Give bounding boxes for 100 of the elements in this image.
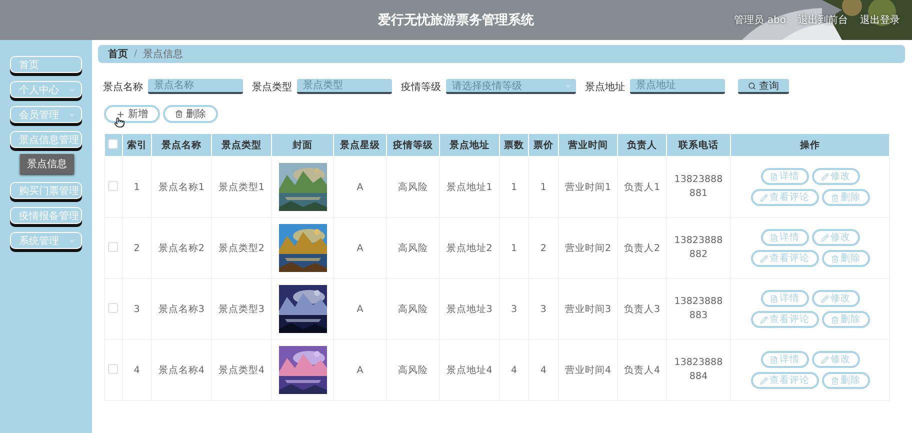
sidebar-item[interactable]: 系统管理 xyxy=(10,232,82,249)
document-icon xyxy=(770,294,778,302)
column-header: 负责人 xyxy=(618,134,666,156)
row-action-button[interactable]: 详情 xyxy=(760,168,809,185)
delete-button[interactable]: 删除 xyxy=(163,105,218,123)
pencil-icon xyxy=(760,376,768,384)
table-cell: A xyxy=(356,304,364,314)
trash-icon xyxy=(830,254,839,262)
sidebar-subitem[interactable]: 景点信息 xyxy=(20,154,74,174)
table-cell: 景点地址2 xyxy=(446,242,492,254)
column-header: 票数 xyxy=(499,134,529,156)
table-cell: 高风险 xyxy=(398,182,428,192)
table-cell: 1 xyxy=(510,242,517,254)
breadcrumb-item[interactable]: 首页 xyxy=(108,47,128,61)
checkbox[interactable] xyxy=(108,364,118,374)
checkbox[interactable] xyxy=(108,138,118,148)
checkbox[interactable] xyxy=(108,242,118,252)
row-action-button[interactable]: 查看评论 xyxy=(750,311,819,328)
field-label: 景点类型 xyxy=(252,80,292,94)
table-cell: A xyxy=(356,182,364,192)
column-header: 景点地址 xyxy=(439,134,500,156)
table-cell: 负责人2 xyxy=(624,242,660,254)
column-header: 营业时间 xyxy=(558,134,618,156)
hand-cursor-icon xyxy=(114,117,125,128)
row-action-button[interactable]: 删除 xyxy=(822,189,870,206)
input-field[interactable]: 景点地址 xyxy=(630,79,725,94)
plus-icon xyxy=(116,110,125,118)
row-action-button[interactable]: 删除 xyxy=(822,372,870,389)
column-header: 景点类型 xyxy=(211,134,272,156)
field-label: 景点地址 xyxy=(585,80,625,94)
table-cell: 营业时间4 xyxy=(564,364,612,376)
table-cell: 负责人3 xyxy=(624,304,660,314)
table-cell: 景点类型3 xyxy=(218,304,264,314)
sidebar-item[interactable]: 购买门票管理 xyxy=(10,182,82,199)
add-button[interactable]: 新增 xyxy=(104,105,160,123)
table-cell: 营业时间3 xyxy=(564,304,612,314)
table-cell: 景点名称3 xyxy=(158,304,204,314)
trash-icon xyxy=(175,110,183,118)
row-action-button[interactable]: 修改 xyxy=(812,168,860,185)
select-field[interactable]: 请选择疫情等级 xyxy=(446,79,576,94)
header-link[interactable]: 退出登录 xyxy=(860,13,900,27)
document-icon xyxy=(770,356,778,364)
table-cell: 景点类型1 xyxy=(218,182,264,192)
checkbox[interactable] xyxy=(108,180,118,190)
row-action-button[interactable]: 查看评论 xyxy=(750,372,819,389)
table-cell: 3 xyxy=(540,304,546,314)
column-header: 票价 xyxy=(528,134,558,156)
table-cell: 4 xyxy=(540,364,546,376)
sidebar-item[interactable]: 会员管理 xyxy=(10,106,82,123)
row-action-button[interactable]: 详情 xyxy=(760,351,809,368)
header-link[interactable]: 退出到前台 xyxy=(798,13,848,27)
user-label: 管理员 abo xyxy=(734,14,786,27)
sidebar-item[interactable]: 首页 xyxy=(10,56,82,73)
trash-icon xyxy=(830,316,839,324)
checkbox[interactable] xyxy=(108,302,118,312)
row-action-button[interactable]: 查看评论 xyxy=(750,250,819,267)
row-action-button[interactable]: 详情 xyxy=(760,229,809,246)
row-action-button[interactable]: 修改 xyxy=(812,290,860,307)
table-cell: 1 xyxy=(134,182,140,192)
pencil-icon xyxy=(760,316,768,324)
table-cell: 3 xyxy=(134,304,140,314)
pencil-icon xyxy=(820,356,829,364)
row-action-button[interactable]: 修改 xyxy=(812,229,860,246)
table-cell: 4 xyxy=(510,364,517,376)
table-cell: 负责人1 xyxy=(624,182,660,192)
pencil-icon xyxy=(820,234,829,242)
column-header: 索引 xyxy=(122,134,152,156)
table-cell: 景点名称1 xyxy=(158,182,204,192)
input-field[interactable]: 景点类型 xyxy=(297,79,392,94)
pencil-icon xyxy=(760,254,768,262)
input-field[interactable]: 景点名称 xyxy=(148,79,243,94)
table-cell: 1 xyxy=(510,182,517,192)
row-action-button[interactable]: 查看评论 xyxy=(750,189,819,206)
sidebar-item[interactable]: 景点信息管理 xyxy=(10,131,82,148)
sidebar-item[interactable]: 疫情报备管理 xyxy=(10,207,82,224)
document-icon xyxy=(770,234,778,242)
table-cell: 景点地址3 xyxy=(446,304,492,314)
table-cell: 景点名称4 xyxy=(158,364,204,376)
table-cell: 景点类型4 xyxy=(218,364,264,376)
trash-icon xyxy=(830,194,839,202)
row-action-button[interactable]: 删除 xyxy=(822,250,870,267)
search-button[interactable]: 查询 xyxy=(738,79,789,94)
table-cell: 营业时间1 xyxy=(564,182,612,192)
table-cell: A xyxy=(356,242,364,254)
table-cell: 2 xyxy=(540,242,546,254)
breadcrumb-item: 景点信息 xyxy=(143,48,184,61)
column-header: 景点名称 xyxy=(151,134,212,156)
table-cell: 景点类型2 xyxy=(218,242,264,254)
sidebar-item[interactable]: 个人中心 xyxy=(10,81,82,98)
row-action-button[interactable]: 修改 xyxy=(812,351,860,368)
row-action-button[interactable]: 详情 xyxy=(760,290,809,307)
row-action-button[interactable]: 删除 xyxy=(822,311,870,328)
table-cell: 4 xyxy=(134,364,140,376)
table-cell-text: 13823888882 xyxy=(673,234,724,262)
pencil-icon xyxy=(820,172,829,180)
field-label: 景点名称 xyxy=(103,80,143,94)
table-cell: 营业时间2 xyxy=(564,242,612,254)
table-cell: 景点地址4 xyxy=(446,364,492,376)
app-title: 爱行无忧旅游票务管理系统 xyxy=(378,12,534,29)
field-label: 疫情等级 xyxy=(401,80,441,94)
